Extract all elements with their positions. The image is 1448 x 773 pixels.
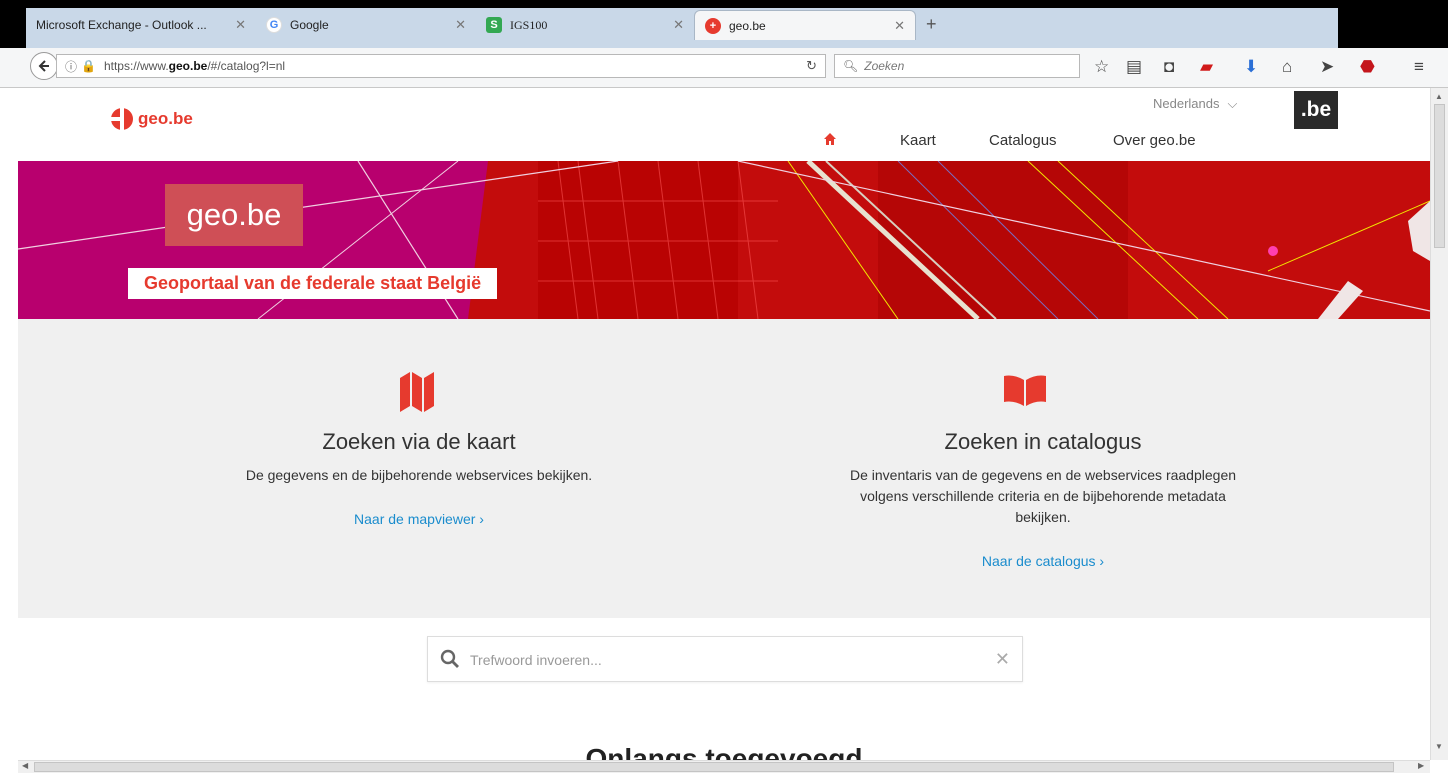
back-arrow-icon <box>38 60 49 72</box>
url-bar[interactable]: ⓘ 🔒 https://www.geo.be/#/catalog?l=nl ↻ <box>56 54 826 78</box>
language-label: Nederlands <box>1153 96 1220 111</box>
tab-label: Google <box>290 18 329 32</box>
nav-over-geo-be[interactable]: Over geo.be <box>1113 132 1196 149</box>
tab-igs100[interactable]: S IGS100 ✕ <box>476 10 694 40</box>
be-badge[interactable]: .be <box>1294 91 1338 129</box>
download-icon[interactable]: ⬇ <box>1244 57 1258 77</box>
hero-title: geo.be <box>165 184 303 246</box>
reading-list-icon[interactable]: ▤ <box>1126 57 1142 77</box>
web-page: geo.be Nederlands ⌵ .be Kaart Catalogus O… <box>18 88 1430 760</box>
geo-logo-icon <box>111 108 133 130</box>
tab-google[interactable]: G Google ✕ <box>256 10 476 40</box>
option-description-line-3: bekijken. <box>1015 509 1071 525</box>
hero-subtitle: Geoportaal van de federale staat België <box>128 268 498 299</box>
site-logo[interactable]: geo.be <box>111 108 193 130</box>
chevron-down-icon: ⌵ <box>1227 96 1238 111</box>
home-icon[interactable]: ⌂ <box>1282 57 1292 77</box>
scroll-down-icon[interactable]: ▼ <box>1435 742 1443 751</box>
search-icon: 🔍︎ <box>843 59 859 73</box>
url-text: https://www.geo.be/#/catalog?l=nl <box>103 59 286 73</box>
site-header: geo.be Nederlands ⌵ .be Kaart Catalogus O… <box>18 88 1430 161</box>
catalogus-link[interactable]: Naar de catalogus › <box>690 553 1396 569</box>
close-icon[interactable]: ✕ <box>673 17 684 33</box>
search-placeholder: Zoeken <box>864 59 905 73</box>
option-title: Zoeken in catalogus <box>944 429 1142 454</box>
nav-kaart[interactable]: Kaart <box>900 132 936 149</box>
tab-label: geo.be <box>729 18 766 33</box>
nav-catalogus[interactable]: Catalogus <box>989 132 1057 149</box>
menu-icon[interactable]: ≡ <box>1414 57 1424 77</box>
back-button[interactable] <box>30 52 58 80</box>
keyword-input[interactable] <box>468 647 992 673</box>
navigation-bar: ⓘ 🔒 https://www.geo.be/#/catalog?l=nl ↻ … <box>0 48 1448 88</box>
close-icon[interactable]: ✕ <box>894 18 905 34</box>
horizontal-scrollbar[interactable]: ◀ ▶ <box>18 760 1430 773</box>
bookmark-star-icon[interactable]: ☆ <box>1094 57 1109 77</box>
reload-icon[interactable]: ↻ <box>806 58 817 74</box>
close-icon[interactable]: ✕ <box>235 17 246 33</box>
scroll-up-icon[interactable]: ▲ <box>1435 92 1443 101</box>
option-description-line-2: volgens verschillende criteria en de bij… <box>860 488 1226 504</box>
tab-geo-be[interactable]: + geo.be ✕ <box>694 10 916 40</box>
option-description-line-1: De inventaris van de gegevens en de webs… <box>849 467 1237 483</box>
mapviewer-link[interactable]: Naar de mapviewer › <box>66 511 772 527</box>
recent-heading: Onlangs toegevoegd <box>585 743 863 760</box>
lock-warning-icon[interactable]: 🔒 <box>81 59 96 73</box>
vertical-scrollbar[interactable]: ▲ ▼ <box>1430 88 1448 760</box>
page-left-margin <box>0 88 18 773</box>
scroll-left-icon[interactable]: ◀ <box>22 761 28 770</box>
tab-outlook[interactable]: Microsoft Exchange - Outlook ... ✕ <box>26 10 256 40</box>
info-icon[interactable]: ⓘ <box>65 58 77 75</box>
clear-icon[interactable]: ✕ <box>995 649 1010 670</box>
search-options-section: Zoeken via de kaart De gegevens en de bi… <box>18 319 1430 618</box>
search-icon <box>440 649 459 668</box>
tab-label: IGS100 <box>510 17 548 32</box>
map-icon <box>400 372 434 412</box>
option-description: De gegevens en de bijbehorende webservic… <box>245 467 593 483</box>
adblock-icon[interactable]: ⬣ <box>1360 57 1375 77</box>
option-title: Zoeken via de kaart <box>322 429 516 454</box>
browser-search-bar[interactable]: 🔍︎ Zoeken <box>834 54 1080 78</box>
close-icon[interactable]: ✕ <box>455 17 466 33</box>
logo-text: geo.be <box>138 109 193 128</box>
hero-banner: geo.be Geoportaal van de federale staat … <box>18 161 1430 319</box>
keyword-search: ✕ <box>427 636 1023 682</box>
geo-icon: + <box>705 17 721 34</box>
home-icon[interactable] <box>823 132 837 146</box>
tab-label: Microsoft Exchange - Outlook ... <box>36 18 207 32</box>
flash-icon[interactable]: ▰ <box>1200 57 1213 77</box>
s-icon: S <box>486 17 502 33</box>
scroll-right-icon[interactable]: ▶ <box>1418 761 1424 770</box>
pocket-icon[interactable]: ◘ <box>1164 57 1174 77</box>
google-icon: G <box>266 17 282 33</box>
scrollbar-thumb[interactable] <box>34 762 1394 772</box>
scrollbar-thumb[interactable] <box>1434 104 1445 248</box>
new-tab-button[interactable]: + <box>926 14 937 35</box>
book-icon <box>1004 375 1046 406</box>
language-select[interactable]: Nederlands ⌵ <box>1153 96 1237 112</box>
send-icon[interactable]: ➤ <box>1320 57 1334 77</box>
